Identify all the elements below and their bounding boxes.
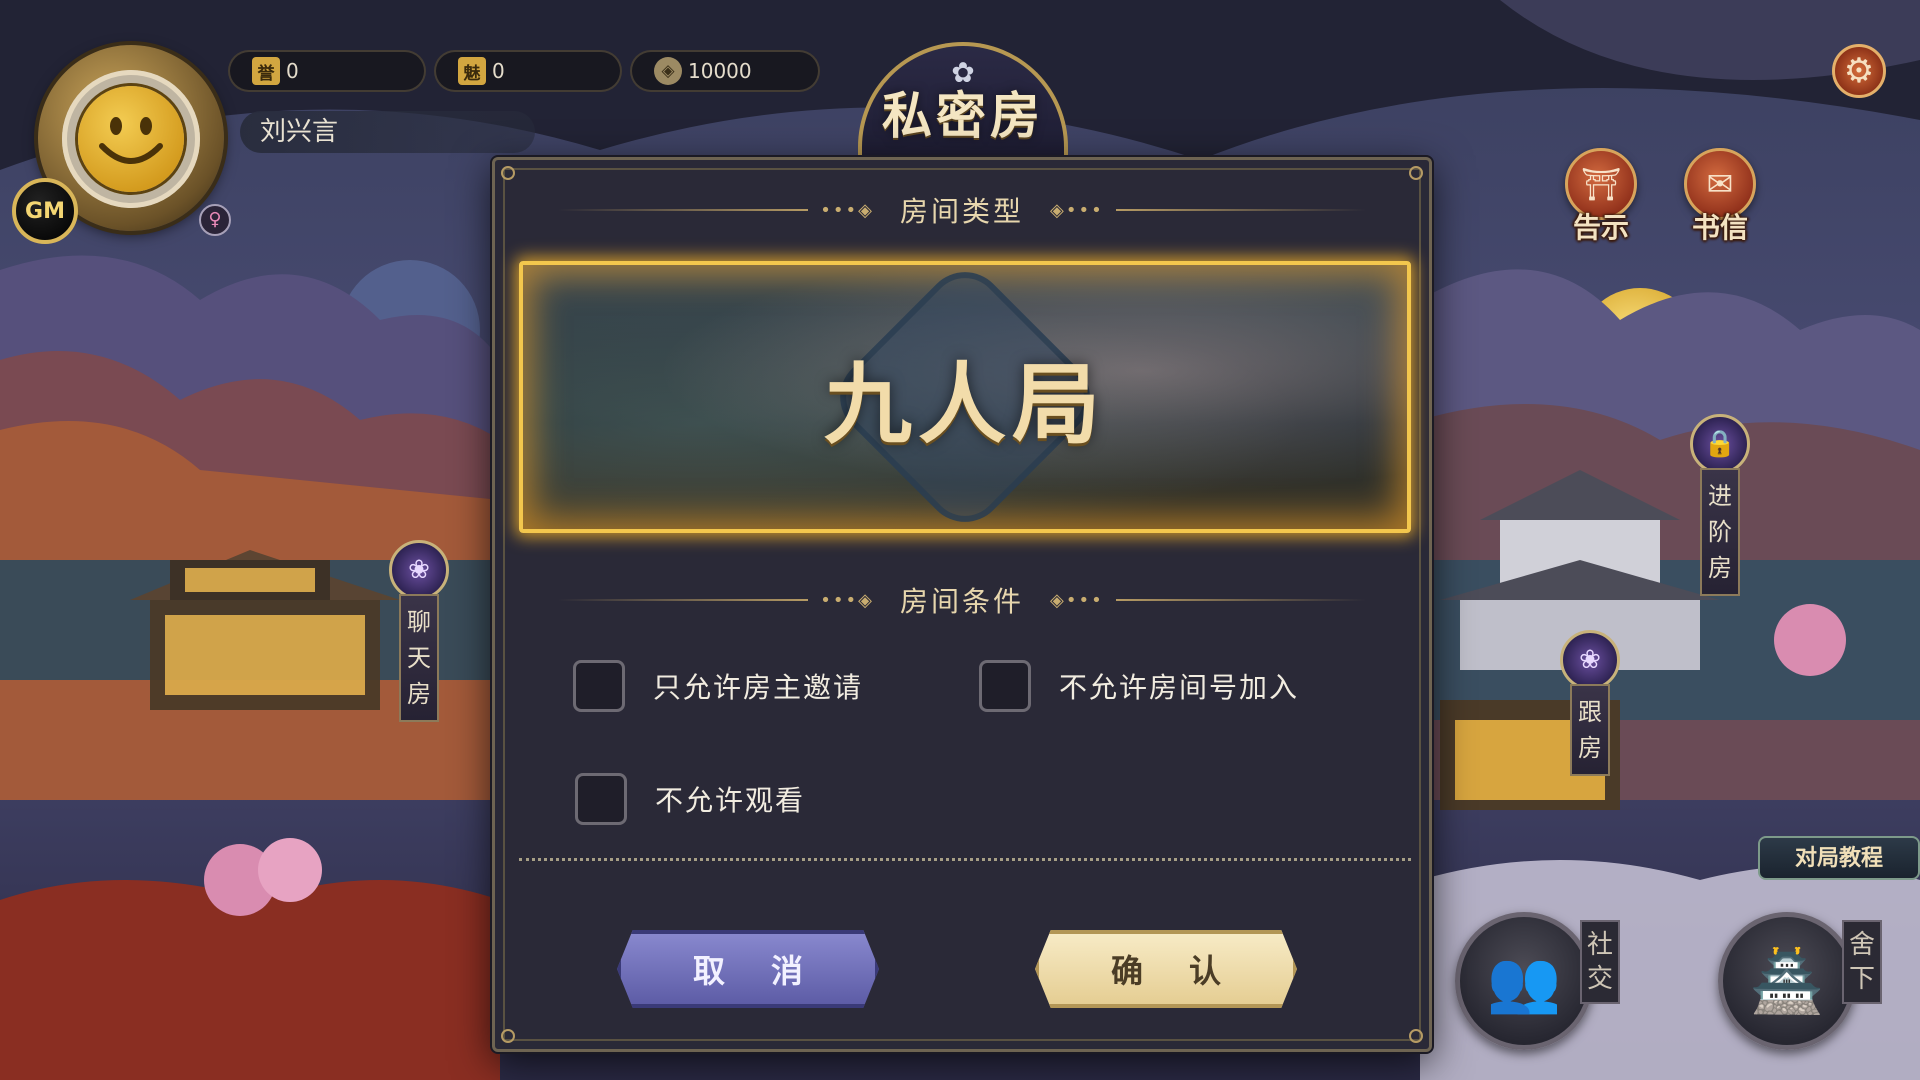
owner-invite-checkbox[interactable]	[573, 660, 625, 712]
header-line-left	[558, 209, 809, 211]
honor-counter: 誉 0	[228, 50, 426, 92]
ornament-right-icon: ◈•••	[1050, 199, 1104, 221]
option-no-spectating[interactable]: 不允许观看	[575, 773, 805, 825]
cancel-button[interactable]: 取消	[617, 930, 879, 1008]
follow-room-tag[interactable]: ❀ 跟房	[1560, 630, 1620, 776]
notice-button[interactable]: ⛩ 告示	[1561, 148, 1641, 246]
coin-icon: ◈	[654, 57, 682, 85]
coin-value: 10000	[688, 59, 752, 83]
honor-icon: 誉	[252, 57, 280, 85]
female-gender-icon: ♀	[199, 204, 231, 236]
room-type-header-label: 房间类型	[899, 195, 1024, 228]
ornament-left-icon: •••◈	[820, 589, 874, 611]
ornament-left-icon: •••◈	[820, 199, 874, 221]
charm-icon: 魅	[458, 57, 486, 85]
home-button[interactable]: 🏯	[1718, 912, 1856, 1050]
player-name: 刘兴言	[240, 111, 535, 153]
flower-emblem-icon: ❀	[389, 540, 449, 600]
settings-gear-icon[interactable]: ⚙	[1832, 44, 1886, 98]
confirm-button[interactable]: 确认	[1035, 930, 1297, 1008]
letter-label: 书信	[1691, 211, 1748, 244]
smiley-face-icon	[99, 117, 163, 164]
chat-room-tag[interactable]: ❀ 聊天房	[389, 540, 449, 722]
social-label: 社交	[1580, 920, 1620, 1004]
house-icon: 🏯	[1749, 946, 1825, 1017]
room-conditions-header: •••◈ 房间条件 ◈•••	[495, 580, 1429, 620]
letter-button[interactable]: ✉ 书信	[1680, 148, 1760, 246]
social-button[interactable]: 👥	[1455, 912, 1593, 1050]
flower-emblem-icon: ❀	[1560, 630, 1620, 690]
room-conditions-header-label: 房间条件	[899, 585, 1024, 618]
flower-ornament-icon: ✿	[951, 56, 975, 89]
divider	[519, 858, 1411, 861]
private-room-dialog: •••◈ 房间类型 ◈••• 九人局 •••◈ 房间条件 ◈••• 只允许房主邀…	[492, 157, 1432, 1052]
option-no-room-number-join[interactable]: 不允许房间号加入	[979, 660, 1299, 712]
charm-counter: 魅 0	[434, 50, 622, 92]
corner-ornament	[501, 1029, 515, 1043]
header-line-right	[1115, 209, 1366, 211]
header-line-right	[1115, 599, 1366, 601]
owner-invite-label: 只允许房主邀请	[653, 671, 864, 704]
room-type-header: •••◈ 房间类型 ◈•••	[495, 190, 1429, 230]
room-type-label: 九人局	[823, 351, 1106, 456]
social-figures-icon: 👥	[1486, 946, 1562, 1017]
chat-room-label: 聊天房	[399, 594, 439, 722]
corner-ornament	[1409, 1029, 1423, 1043]
tutorial-button[interactable]: 对局教程	[1758, 836, 1920, 880]
corner-ornament	[1409, 166, 1423, 180]
honor-value: 0	[286, 59, 299, 83]
no-spectating-label: 不允许观看	[655, 784, 806, 817]
follow-room-label: 跟房	[1570, 684, 1610, 776]
ornament-right-icon: ◈•••	[1050, 589, 1104, 611]
corner-ornament	[501, 166, 515, 180]
option-owner-invite-only[interactable]: 只允许房主邀请	[573, 660, 863, 712]
notice-label: 告示	[1572, 211, 1629, 244]
no-room-number-label: 不允许房间号加入	[1059, 671, 1300, 704]
advanced-room-tag[interactable]: 🔒 进阶房	[1690, 414, 1750, 596]
header-line-left	[558, 599, 809, 601]
avatar-smiley-icon[interactable]	[78, 86, 184, 192]
gm-badge: GM	[12, 178, 78, 244]
room-type-card[interactable]: 九人局	[519, 261, 1411, 533]
no-room-number-checkbox[interactable]	[979, 660, 1031, 712]
advanced-room-label: 进阶房	[1700, 468, 1740, 596]
charm-value: 0	[492, 59, 505, 83]
coin-counter: ◈ 10000	[630, 50, 820, 92]
lock-emblem-icon: 🔒	[1690, 414, 1750, 474]
no-spectating-checkbox[interactable]	[575, 773, 627, 825]
home-label: 舍下	[1842, 920, 1882, 1004]
